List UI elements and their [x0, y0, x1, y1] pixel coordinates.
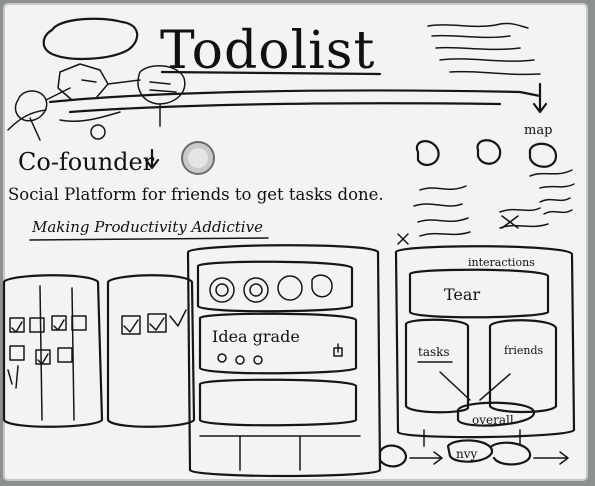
right-panel-header: interactions [468, 256, 535, 269]
right-panel-card-label: Tear [444, 285, 480, 304]
magnet-icon [181, 141, 215, 175]
title-group: Todolist [160, 21, 382, 81]
overall-label: overall [472, 413, 514, 427]
friends-label: friends [504, 344, 543, 357]
subtitle: Making Productivity Addictive [31, 218, 263, 236]
tagline: Social Platform for friends to get tasks… [8, 185, 384, 204]
tasks-label: tasks [418, 345, 450, 359]
map-label: map [524, 123, 552, 138]
cofounder-label: Co-founder [18, 148, 155, 176]
phone-card-text: Idea grade [212, 327, 300, 346]
whiteboard-photo: Todolist map Co-founder Social Platform … [0, 0, 595, 486]
bottom-node-label: nvy [456, 447, 478, 461]
